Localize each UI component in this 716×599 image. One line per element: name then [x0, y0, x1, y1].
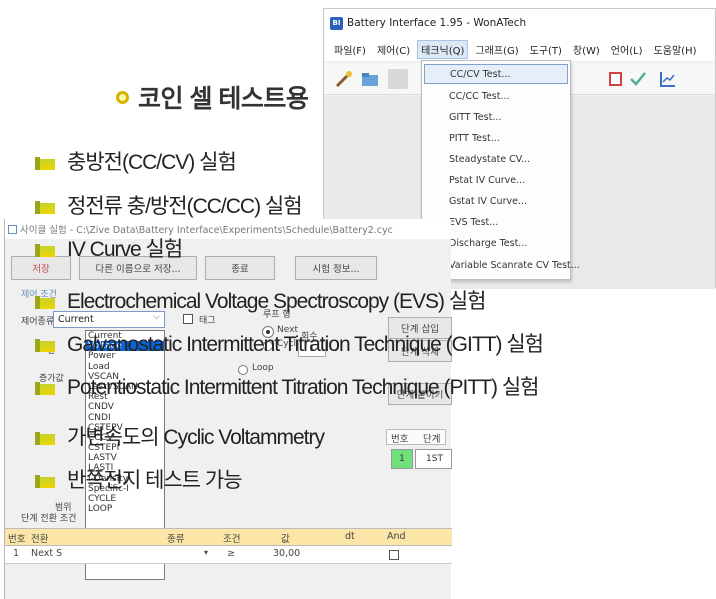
menu-technique[interactable]: 테크닉(Q): [417, 39, 469, 59]
disabled-icon[interactable]: [388, 69, 408, 89]
menu-item-steadystate-cv[interactable]: Steadystate CV...: [424, 149, 568, 169]
square-bullet-icon: [35, 295, 55, 309]
bullet-text: Electrochemical Voltage Spectroscopy (EV…: [67, 290, 487, 313]
bullet-item: Electrochemical Voltage Spectroscopy (EV…: [35, 285, 487, 315]
list-item[interactable]: LASTV: [86, 453, 164, 463]
step-name-header: 단계: [423, 434, 441, 445]
row-condition[interactable]: ≥: [227, 548, 235, 559]
list-item[interactable]: CYCLE: [86, 494, 164, 504]
row-value[interactable]: 30,00: [273, 548, 300, 559]
slide-heading: 코인 셀 테스트용: [116, 79, 309, 115]
menu-item-pstat-iv[interactable]: Pstat IV Curve...: [424, 170, 568, 190]
square-bullet-icon: [35, 338, 55, 352]
chart-icon[interactable]: [658, 69, 678, 89]
menu-tools[interactable]: 도구(T): [530, 42, 562, 57]
bullet-item: 가변속도의 Cyclic Voltammetry: [35, 421, 325, 451]
menu-item-cccc-test[interactable]: CC/CC Test...: [424, 86, 568, 106]
row-and-checkbox[interactable]: [389, 550, 399, 560]
check-icon[interactable]: [628, 69, 648, 89]
exit-button[interactable]: 종료: [205, 256, 275, 280]
wand-icon[interactable]: [334, 69, 354, 89]
bullet-text: IV Curve 실험: [67, 238, 183, 261]
bullet-item: IV Curve 실험: [35, 233, 183, 263]
bullet-item: 충방전(CC/CV) 실험: [35, 146, 237, 176]
condition-table-header: 번호 전환 종류 조건 값 dt And: [5, 528, 452, 546]
col-condition: 조건: [223, 534, 241, 545]
table-row[interactable]: 1 Next S ▾ ≥ 30,00: [5, 546, 452, 564]
bullet-text: Potentiostatic Intermittent Titration Te…: [67, 376, 539, 399]
menu-item-cccv-test[interactable]: CC/CV Test...: [424, 64, 568, 84]
menu-language[interactable]: 언어(L): [611, 42, 643, 57]
chevron-down-icon[interactable]: ▾: [204, 548, 208, 557]
step-number-cell[interactable]: 1: [391, 449, 413, 469]
menu-graph[interactable]: 그래프(G): [475, 42, 518, 57]
menu-file[interactable]: 파일(F): [334, 42, 366, 57]
menu-help[interactable]: 도움말(H): [654, 42, 697, 57]
window-icon: [8, 224, 17, 234]
col-dt: dt: [345, 531, 355, 542]
bullet-item: 반쪽전지 테스트 가능: [35, 464, 243, 494]
test-info-button[interactable]: 시험 정보...: [295, 256, 377, 280]
col-value: 값: [281, 534, 290, 545]
app-icon: BI: [330, 16, 343, 30]
list-item[interactable]: CNDV: [86, 402, 164, 412]
bullet-item: 정전류 충/방전(CC/CC) 실험: [35, 190, 303, 220]
square-bullet-icon: [35, 431, 55, 445]
cycle-experiment-window: 사이클 실험 - C:\Zive Data\Battery Interface\…: [4, 219, 452, 599]
control-type-label: 제어종류: [21, 317, 55, 327]
menu-control[interactable]: 제어(C): [377, 42, 410, 57]
condition-section-label: 단계 전환 조건: [21, 514, 77, 524]
bullet-text: 충방전(CC/CV) 실험: [67, 151, 237, 174]
step-table-header: 번호 단계: [386, 429, 446, 445]
step-number-header: 번호: [391, 434, 409, 445]
menu-bar: 파일(F) 제어(C) 테크닉(Q) 그래프(G) 도구(T) 창(W) 언어(…: [324, 37, 715, 61]
bullet-item: Potentiostatic Intermittent Titration Te…: [35, 371, 539, 401]
book-icon[interactable]: [606, 69, 626, 89]
menu-item-gitt-test[interactable]: GITT Test...: [424, 107, 568, 127]
col-type: 종류: [167, 534, 185, 545]
tag-checkbox[interactable]: [183, 314, 193, 324]
bullet-text: 정전류 충/방전(CC/CC) 실험: [67, 195, 303, 218]
square-bullet-icon: [35, 200, 55, 214]
col-number: 번호: [8, 534, 26, 545]
menu-window[interactable]: 창(W): [573, 42, 600, 57]
square-bullet-icon: [35, 156, 55, 170]
col-transition: 전환: [31, 534, 49, 545]
heading-text: 코인 셀 테스트용: [138, 85, 309, 113]
row-transition[interactable]: Next S: [31, 548, 62, 559]
square-bullet-icon: [35, 243, 55, 257]
square-bullet-icon: [35, 474, 55, 488]
col-and: And: [387, 531, 406, 542]
step-name-cell[interactable]: 1ST: [415, 449, 452, 469]
square-bullet-icon: [35, 381, 55, 395]
circle-bullet-icon: [116, 90, 129, 104]
bullet-text: 가변속도의 Cyclic Voltammetry: [67, 426, 325, 449]
bullet-text: 반쪽전지 테스트 가능: [67, 469, 243, 492]
title-bar: BI Battery Interface 1.95 - WonATech: [324, 9, 715, 37]
row-number: 1: [13, 548, 20, 559]
list-item[interactable]: LOOP: [86, 504, 164, 514]
folder-icon[interactable]: [360, 69, 380, 89]
window-title: Battery Interface 1.95 - WonATech: [347, 17, 527, 29]
bullet-item: Galvanostatic Intermittent Titration Tec…: [35, 328, 544, 358]
menu-item-pitt-test[interactable]: PITT Test...: [424, 128, 568, 148]
bullet-text: Galvanostatic Intermittent Titration Tec…: [67, 333, 544, 356]
menu-item-gstat-iv[interactable]: Gstat IV Curve...: [424, 191, 568, 211]
